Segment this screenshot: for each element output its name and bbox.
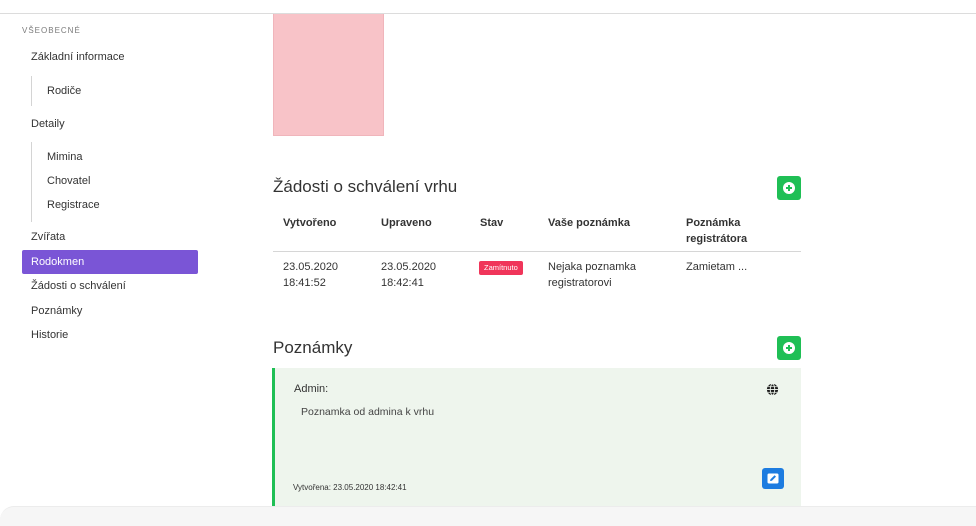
- plus-circle-icon: [783, 182, 795, 194]
- table-header-divider: [273, 251, 801, 252]
- col-header-created: Vytvořeno: [283, 217, 337, 229]
- sidebar-item-breeder[interactable]: Chovatel: [47, 175, 90, 187]
- note-text: Poznamka od admina k vrhu: [301, 406, 435, 418]
- cell-updated-date: 23.05.2020: [381, 261, 437, 273]
- sidebar-item-details[interactable]: Detaily: [31, 118, 65, 130]
- cell-created-date: 23.05.2020: [283, 261, 339, 273]
- sidebar-nav: VŠEOBECNÉ Základní informace Rodiče Deta…: [0, 14, 210, 504]
- requests-title: Žádosti o schválení vrhu: [273, 177, 458, 196]
- litter-image: [273, 14, 384, 136]
- note-created-date: Vytvořena: 23.05.2020 18:42:41: [293, 483, 407, 492]
- col-header-line: registrátora: [686, 233, 748, 245]
- sidebar-item-registration[interactable]: Registrace: [47, 199, 100, 211]
- cell-your-note: Nejaka poznamka registratorovi: [548, 259, 636, 291]
- note-author: Admin:: [294, 383, 329, 395]
- cell-created: 23.05.2020 18:41:52: [283, 259, 338, 291]
- col-header-status: Stav: [480, 217, 504, 229]
- sidebar-heading: VŠEOBECNÉ: [22, 26, 81, 35]
- cell-your-note-line: registratorovi: [548, 277, 612, 289]
- cell-your-note-line: Nejaka poznamka: [548, 261, 637, 273]
- add-request-button[interactable]: [777, 176, 801, 200]
- sidebar-item-approval-requests[interactable]: Žádosti o schválení: [31, 280, 126, 292]
- notes-title: Poznámky: [273, 338, 353, 357]
- sidebar-subgroup-line: [31, 76, 32, 106]
- sidebar-item-history[interactable]: Historie: [31, 329, 68, 341]
- sidebar-item-parents[interactable]: Rodiče: [47, 85, 81, 97]
- status-badge: Zamítnuto: [479, 261, 523, 275]
- col-header-registrar-note: Poznámka registrátora: [686, 215, 747, 247]
- sidebar-subgroup-line: [31, 142, 32, 222]
- sidebar-item-notes[interactable]: Poznámky: [31, 305, 82, 317]
- sidebar-item-basic-info[interactable]: Základní informace: [31, 51, 125, 63]
- cell-updated: 23.05.2020 18:42:41: [381, 259, 436, 291]
- cell-registrar-note: Zamietam ...: [686, 261, 748, 273]
- edit-note-button[interactable]: [762, 468, 784, 489]
- col-header-your-note: Vaše poznámka: [548, 217, 630, 229]
- sidebar-item-label: Rodokmen: [31, 256, 85, 268]
- sidebar-item-babies[interactable]: Mimina: [47, 151, 82, 163]
- sidebar-item-pedigree[interactable]: Rodokmen: [22, 250, 198, 274]
- edit-icon: [767, 473, 779, 484]
- globe-icon: [766, 383, 779, 396]
- add-note-button[interactable]: [777, 336, 801, 360]
- cell-updated-time: 18:42:41: [381, 277, 424, 289]
- plus-circle-icon: [783, 342, 795, 354]
- col-header-updated: Upraveno: [381, 217, 432, 229]
- sidebar-item-animals[interactable]: Zvířata: [31, 231, 65, 243]
- footer-band: [0, 506, 976, 526]
- col-header-line: Poznámka: [686, 217, 741, 229]
- cell-created-time: 18:41:52: [283, 277, 326, 289]
- note-card: Admin: Poznamka od admina k vrhu Vytvoře…: [272, 368, 801, 506]
